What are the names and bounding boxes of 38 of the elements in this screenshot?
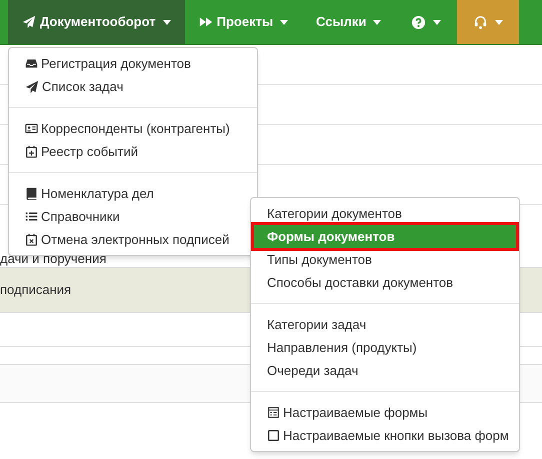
book-icon — [25, 187, 38, 200]
menu-item[interactable]: Регистрация документов — [9, 52, 257, 75]
help-icon — [411, 14, 426, 30]
nav-menu-item[interactable]: Проекты — [184, 0, 302, 44]
menu-item[interactable]: Категории задач — [251, 313, 519, 336]
menu-item[interactable]: Номенклатура дел — [9, 182, 257, 205]
caret-icon — [162, 20, 171, 24]
menu-item[interactable]: Типы документов — [251, 248, 519, 271]
calendar-x-icon — [25, 233, 38, 246]
nav-menu-item[interactable]: Документооборот — [8, 0, 185, 44]
paper-plane-icon — [25, 80, 39, 94]
menu-item[interactable]: Настраиваемые формы — [251, 401, 519, 424]
menu-item[interactable]: Способы доставки документов — [251, 271, 519, 294]
menu-item[interactable]: Формы документов — [254, 225, 516, 248]
row-text: дачи и поручения — [0, 252, 106, 266]
caret-icon — [280, 20, 288, 24]
menu-item[interactable]: Очереди задач — [251, 359, 519, 382]
form-icon — [267, 406, 280, 419]
contact-card-icon — [25, 122, 38, 135]
menu-item[interactable]: Направления (продукты) — [251, 336, 519, 359]
headset-icon — [473, 14, 488, 30]
nav-menu-item[interactable] — [457, 0, 520, 44]
paper-plane-icon — [22, 15, 36, 29]
caret-icon — [495, 20, 504, 24]
menu-item[interactable]: Список задач — [9, 75, 257, 98]
calendar-plus-icon — [25, 145, 38, 158]
menu-item[interactable]: Настраиваемые кнопки вызова форм — [251, 424, 519, 447]
nav-menu-item[interactable]: Ссылки — [302, 0, 396, 44]
caret-icon — [373, 20, 382, 24]
menu-item[interactable]: Реестр событий — [9, 140, 257, 163]
caret-icon — [433, 20, 442, 24]
menu-item[interactable]: Отмена электронных подписей — [9, 228, 257, 251]
fast-forward-icon — [198, 15, 213, 29]
row-text: подписания — [0, 283, 72, 297]
list-icon — [25, 210, 38, 223]
menu-item[interactable]: Корреспонденты (контрагенты) — [9, 117, 257, 140]
inbox-icon — [25, 57, 38, 70]
checkbox-icon — [267, 429, 280, 442]
